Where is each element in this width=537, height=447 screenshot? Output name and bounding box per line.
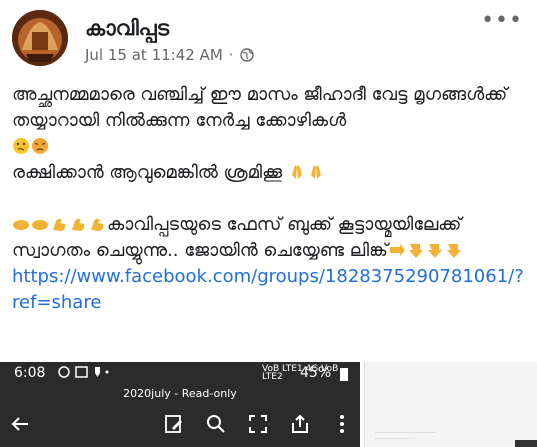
adjacent-image-preview[interactable] — [364, 362, 537, 447]
more-vertical-icon[interactable] — [330, 412, 354, 436]
post-header: കാവിപ്പട Jul 15 at 11:42 AM · ••• — [12, 10, 527, 70]
pointing-down-icon — [389, 244, 405, 256]
search-icon[interactable] — [204, 412, 228, 436]
facebook-post: കാവിപ്പട Jul 15 at 11:42 AM · ••• അച്ഛനമ… — [0, 0, 537, 447]
meta-separator: · — [228, 46, 234, 64]
post-meta: Jul 15 at 11:42 AM · — [85, 46, 254, 64]
ellipsis-icon[interactable]: ••• — [481, 10, 523, 32]
status-bar: 6:08 VoB LTE1 4G VoB LTE2 45% — [0, 362, 360, 384]
globe-icon[interactable] — [239, 48, 254, 62]
status-time: 6:08 — [14, 365, 46, 381]
pointing-down-icon — [408, 244, 423, 258]
share-icon[interactable] — [288, 412, 312, 436]
post-timestamp[interactable]: Jul 15 at 11:42 AM — [85, 46, 223, 64]
group-link[interactable]: https://www.facebook.com/groups/18283752… — [12, 266, 524, 313]
preview-line — [375, 438, 415, 439]
document-title: 2020july - Read-only — [123, 387, 237, 400]
status-icons — [58, 365, 110, 382]
post-text-2: രക്ഷിക്കാൻ ആവുമെങ്കിൽ ശ്രമിക്കൂ — [12, 162, 282, 183]
back-arrow-icon[interactable] — [8, 412, 32, 436]
flexed-biceps-icon — [72, 218, 85, 231]
post-link-line: https://www.facebook.com/groups/18283752… — [12, 264, 527, 316]
battery-percent: 45% — [300, 365, 332, 381]
folded-hands-icon — [310, 165, 321, 179]
flexed-biceps-icon — [91, 218, 104, 231]
battery-icon — [340, 368, 348, 381]
folded-hands-icon — [291, 165, 302, 179]
handshake-icon — [13, 220, 29, 230]
thinking-face-icon — [13, 138, 29, 154]
post-text-1: അച്ഛനമ്മമാരെ വഞ്ചിച്ച് ഈ മാസം ജീഹാദീ വേട… — [12, 84, 508, 131]
pouting-face-icon — [32, 138, 48, 154]
pointing-down-icon — [446, 244, 461, 258]
fullscreen-icon[interactable] — [246, 412, 270, 436]
post-body: അച്ഛനമ്മമാരെ വഞ്ചിച്ച് ഈ മാസം ജീഹാദീ വേട… — [12, 82, 527, 316]
preview-line — [375, 432, 435, 433]
embedded-screenshot[interactable]: 6:08 VoB LTE1 4G VoB LTE2 45% 2020july -… — [0, 362, 360, 447]
emoji-row — [12, 134, 527, 160]
post-text-line: രക്ഷിക്കാൻ ആവുമെങ്കിൽ ശ്രമിക്കൂ — [12, 160, 527, 186]
notification-icons — [58, 366, 109, 378]
preview-dark-tab — [515, 440, 537, 447]
edit-icon[interactable] — [162, 412, 186, 436]
post-text-line: കാവിപ്പടയുടെ ഫേസ് ബുക്ക് കൂട്ടായ്മയിലേക്… — [12, 212, 527, 264]
post-text-line: അച്ഛനമ്മമാരെ വഞ്ചിച്ച് ഈ മാസം ജീഹാദീ വേട… — [12, 82, 527, 134]
handshake-icon — [32, 220, 48, 230]
flexed-biceps-icon — [53, 218, 66, 231]
page-avatar[interactable] — [12, 10, 68, 66]
pointing-down-icon — [427, 244, 442, 258]
page-name[interactable]: കാവിപ്പട — [85, 16, 169, 41]
